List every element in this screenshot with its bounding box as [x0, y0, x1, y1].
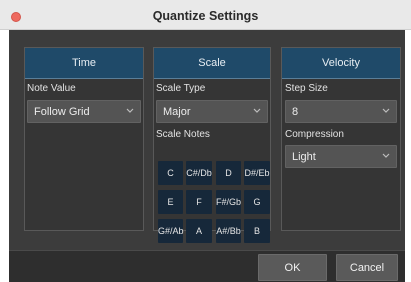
window-title: Quantize Settings: [152, 9, 259, 23]
velocity-header: Velocity: [282, 48, 400, 79]
step-size-dropdown[interactable]: 8: [285, 100, 397, 123]
note-b-button[interactable]: B: [244, 219, 270, 243]
scale-panel: Scale Scale Type Major Scale Notes C C#/…: [153, 47, 271, 243]
note-a-button[interactable]: A: [186, 219, 212, 243]
note-d-sharp-button[interactable]: D#/Eb: [244, 161, 270, 185]
note-f-button[interactable]: F: [186, 190, 212, 214]
chevron-down-icon: [253, 108, 261, 113]
chevron-down-icon: [126, 108, 134, 113]
chevron-down-icon: [382, 108, 390, 113]
scale-type-dropdown[interactable]: Major: [156, 100, 268, 123]
step-size-label: Step Size: [285, 83, 328, 94]
note-e-button[interactable]: E: [158, 190, 183, 214]
note-value-dropdown[interactable]: Follow Grid: [27, 100, 141, 123]
note-c-button[interactable]: C: [158, 161, 183, 185]
note-c-sharp-button[interactable]: C#/Db: [186, 161, 212, 185]
time-header: Time: [25, 48, 143, 79]
note-g-button[interactable]: G: [244, 190, 270, 214]
compression-label: Compression: [285, 129, 344, 140]
note-a-sharp-button[interactable]: A#/Bb: [216, 219, 241, 243]
step-size-value: 8: [292, 106, 299, 118]
title-bar: Quantize Settings: [0, 0, 411, 30]
note-value-value: Follow Grid: [34, 106, 90, 118]
velocity-panel: Velocity Step Size 8 Compression Light: [281, 47, 401, 231]
cancel-button[interactable]: Cancel: [336, 254, 398, 281]
note-value-label: Note Value: [27, 83, 76, 94]
compression-dropdown[interactable]: Light: [285, 145, 397, 168]
scale-type-value: Major: [163, 106, 191, 118]
note-d-button[interactable]: D: [216, 161, 241, 185]
chevron-down-icon: [382, 153, 390, 158]
scale-header: Scale: [154, 48, 270, 79]
note-f-sharp-button[interactable]: F#/Gb: [216, 190, 241, 214]
note-g-sharp-button[interactable]: G#/Ab: [158, 219, 184, 243]
ok-button[interactable]: OK: [258, 254, 327, 281]
compression-value: Light: [292, 151, 316, 163]
time-panel: Time Note Value Follow Grid: [24, 47, 144, 231]
scale-notes-label: Scale Notes: [156, 129, 210, 140]
scale-type-label: Scale Type: [156, 83, 206, 94]
